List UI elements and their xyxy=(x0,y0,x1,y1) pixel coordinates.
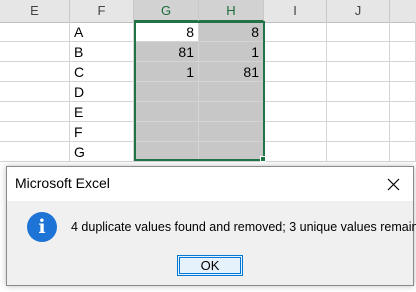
cell[interactable]: 1 xyxy=(199,42,264,62)
fill-handle[interactable] xyxy=(260,156,266,162)
cell[interactable] xyxy=(390,82,416,102)
cell[interactable] xyxy=(327,102,390,122)
cell[interactable] xyxy=(199,102,264,122)
cell[interactable] xyxy=(199,122,264,142)
column-header-h[interactable]: H xyxy=(199,0,264,22)
cell[interactable]: G xyxy=(70,142,134,162)
cell[interactable] xyxy=(264,22,327,42)
cell[interactable]: D xyxy=(70,82,134,102)
cell[interactable] xyxy=(327,122,390,142)
cell[interactable] xyxy=(199,142,264,162)
cell[interactable] xyxy=(390,122,416,142)
cell[interactable] xyxy=(390,102,416,122)
cell[interactable] xyxy=(134,142,199,162)
cell[interactable] xyxy=(327,62,390,82)
ok-button[interactable]: OK xyxy=(177,255,243,276)
close-button[interactable] xyxy=(373,167,413,201)
cell[interactable]: 81 xyxy=(199,62,264,82)
cell[interactable] xyxy=(0,122,70,142)
cell[interactable] xyxy=(0,42,70,62)
close-icon xyxy=(387,178,399,190)
cell[interactable] xyxy=(134,82,199,102)
column-header-e[interactable]: E xyxy=(0,0,70,22)
cell[interactable] xyxy=(390,22,416,42)
column-header-row: E F G H I J xyxy=(0,0,416,23)
dialog-title: Microsoft Excel xyxy=(15,175,110,191)
cell[interactable]: E xyxy=(70,102,134,122)
cell[interactable] xyxy=(264,42,327,62)
cell[interactable] xyxy=(390,62,416,82)
cell[interactable]: 8 xyxy=(199,22,264,42)
message-dialog: Microsoft Excel i 4 duplicate values fou… xyxy=(6,166,416,286)
cell[interactable] xyxy=(327,42,390,62)
column-header-f[interactable]: F xyxy=(70,0,134,22)
dialog-message: 4 duplicate values found and removed; 3 … xyxy=(71,220,416,234)
info-icon: i xyxy=(27,212,57,242)
cell[interactable]: 81 xyxy=(134,42,199,62)
cell[interactable] xyxy=(264,122,327,142)
cell[interactable] xyxy=(264,62,327,82)
cell[interactable] xyxy=(0,22,70,42)
column-header-i[interactable]: I xyxy=(264,0,327,22)
cell[interactable] xyxy=(264,102,327,122)
column-header-g[interactable]: G xyxy=(134,0,199,22)
cell[interactable] xyxy=(264,82,327,102)
cell[interactable] xyxy=(390,142,416,162)
cell[interactable] xyxy=(0,62,70,82)
cell[interactable] xyxy=(134,122,199,142)
cell[interactable] xyxy=(0,82,70,102)
spreadsheet-grid[interactable]: E F G H I J A 8 8 B 81 1 C 1 81 D E F G xyxy=(0,0,416,162)
cell[interactable]: A xyxy=(70,22,134,42)
column-header-j[interactable]: J xyxy=(327,0,390,22)
cell[interactable] xyxy=(327,142,390,162)
dialog-title-bar[interactable]: Microsoft Excel xyxy=(7,167,413,201)
cell[interactable] xyxy=(327,82,390,102)
cell[interactable]: B xyxy=(70,42,134,62)
column-header-next[interactable] xyxy=(390,0,416,22)
cell[interactable] xyxy=(327,22,390,42)
cell[interactable] xyxy=(264,142,327,162)
cell[interactable]: F xyxy=(70,122,134,142)
cell[interactable] xyxy=(0,142,70,162)
cell[interactable]: 1 xyxy=(134,62,199,82)
cell[interactable]: C xyxy=(70,62,134,82)
cell[interactable] xyxy=(199,82,264,102)
cell[interactable] xyxy=(0,102,70,122)
cell[interactable] xyxy=(390,42,416,62)
cell[interactable]: 8 xyxy=(134,22,199,42)
cell[interactable] xyxy=(134,102,199,122)
